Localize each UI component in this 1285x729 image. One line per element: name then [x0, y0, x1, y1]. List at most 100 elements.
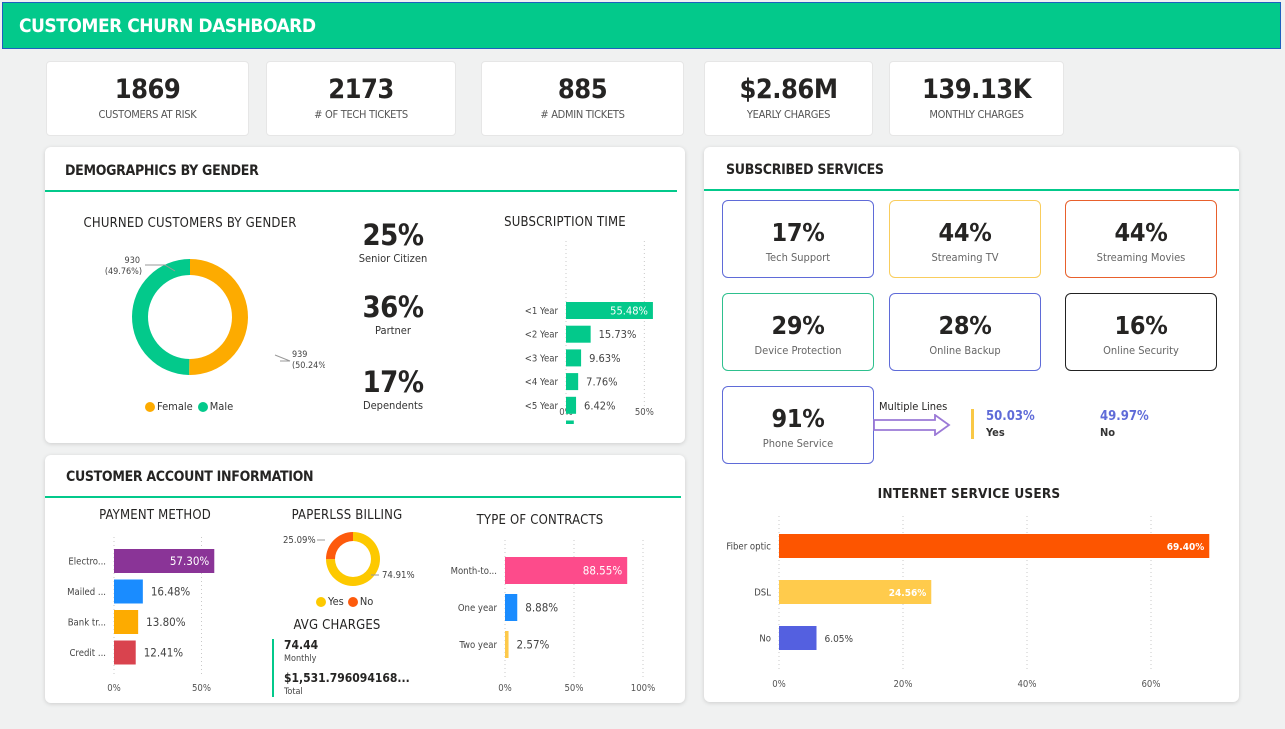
- service-card-streaming-movies[interactable]: 44% Streaming Movies: [1065, 200, 1217, 278]
- category-label: Fiber optic: [726, 542, 771, 553]
- bar[interactable]: [566, 325, 591, 343]
- x-tick-label: 50%: [565, 683, 584, 694]
- no-data-label: 25.09%: [283, 535, 316, 546]
- kpi-label: CUSTOMERS AT RISK: [98, 108, 197, 121]
- category-label: Month-to...: [451, 566, 497, 577]
- donut-slice-female[interactable]: [189, 259, 249, 375]
- x-tick-label: 20%: [894, 679, 913, 690]
- yes-legend-dot: [316, 596, 326, 607]
- service-label: Tech Support: [765, 251, 831, 264]
- data-label: 24.56%: [889, 588, 926, 599]
- service-card-online-backup[interactable]: 28% Online Backup: [889, 293, 1041, 371]
- service-card-device-protection[interactable]: 29% Device Protection: [722, 293, 874, 371]
- data-label: 55.48%: [610, 305, 648, 318]
- chart-title: TYPE OF CONTRACTS: [476, 513, 604, 528]
- donut-slice-no[interactable]: [326, 532, 353, 560]
- paperless-legend: Yes No: [316, 595, 373, 608]
- bar[interactable]: [779, 626, 817, 650]
- multiple-lines-label: Multiple Lines: [879, 400, 948, 413]
- gender-donut-chart[interactable]: 930 (49.76%) 939 (50.24%): [85, 247, 325, 387]
- x-tick-label: 0%: [107, 683, 121, 694]
- legend-label: Yes: [328, 595, 344, 608]
- category-label: Electro...: [68, 557, 106, 568]
- data-label: 8.88%: [525, 601, 558, 615]
- kpi-admin-tickets[interactable]: 885 # ADMIN TICKETS: [481, 61, 684, 136]
- data-label: 7.76%: [586, 376, 617, 389]
- service-value: 44%: [1114, 218, 1168, 247]
- service-label: Online Security: [1103, 344, 1179, 357]
- panel-divider: [45, 496, 681, 498]
- legend-label: Male: [209, 400, 234, 413]
- kpi-yearly-charges[interactable]: $2.86M YEARLY CHARGES: [704, 61, 873, 136]
- kpi-value: 1869: [114, 74, 181, 105]
- category-label: DSL: [754, 588, 771, 599]
- bar[interactable]: [566, 396, 577, 414]
- data-label: 15.73%: [599, 328, 637, 341]
- paperless-billing-donut[interactable]: 25.09% 74.91%: [275, 531, 425, 591]
- panel-divider: [704, 189, 1239, 191]
- category-label: <3 Year: [525, 353, 559, 364]
- bar[interactable]: [114, 610, 139, 634]
- contract-type-chart[interactable]: 0% 50% 100% Month-to... 88.55% One year 8.88% T…: [425, 540, 665, 700]
- internet-service-chart[interactable]: 0% 20% 40% 60% Fiber optic 69.40% DSL 24.56% No 6…: [704, 511, 1234, 696]
- bar[interactable]: [114, 640, 136, 665]
- multiple-lines-no-label: No: [1100, 426, 1116, 439]
- stat-dependents: 17% Dependents: [348, 365, 438, 412]
- data-label: 88.55%: [583, 564, 623, 578]
- avg-total-label: Total: [284, 687, 303, 697]
- stat-partner: 36% Partner: [348, 290, 438, 337]
- male-pct-label: (49.76%): [105, 267, 142, 277]
- data-label: 13.80%: [146, 615, 186, 629]
- bar[interactable]: [566, 349, 582, 367]
- x-tick-label: 60%: [1142, 679, 1161, 690]
- bar[interactable]: [566, 420, 574, 425]
- avg-charges-accent: [272, 639, 274, 697]
- kpi-value: $2.86M: [739, 74, 838, 105]
- service-card-online-security[interactable]: 16% Online Security: [1065, 293, 1217, 371]
- services-panel: SUBSCRIBED SERVICES 17% Tech Support 44%…: [704, 147, 1239, 702]
- data-label: 2.57%: [517, 638, 550, 652]
- bar[interactable]: [505, 631, 509, 658]
- panel-title: CUSTOMER ACCOUNT INFORMATION: [66, 469, 314, 485]
- category-label: One year: [458, 603, 498, 614]
- avg-charges-title: AVG CHARGES: [293, 618, 381, 633]
- service-label: Phone Service: [762, 437, 834, 450]
- chart-title: CHURNED CUSTOMERS BY GENDER: [83, 216, 297, 231]
- kpi-tech-tickets[interactable]: 2173 # OF TECH TICKETS: [266, 61, 456, 136]
- female-pct-label: (50.24%): [292, 361, 325, 371]
- leader-line: [274, 354, 291, 362]
- stat-label: Senior Citizen: [358, 252, 428, 265]
- bar[interactable]: [114, 579, 143, 604]
- chart-title: PAYMENT METHOD: [99, 508, 211, 523]
- subscription-time-chart[interactable]: 0%50%<1 Year55.48%<2 Year15.73%<3 Year9.…: [465, 239, 675, 424]
- kpi-monthly-charges[interactable]: 139.13K MONTHLY CHARGES: [889, 61, 1064, 136]
- service-card-tech-support[interactable]: 17% Tech Support: [722, 200, 874, 278]
- avg-monthly-label: Monthly: [284, 654, 317, 664]
- service-value: 29%: [771, 311, 825, 340]
- category-label: Mailed ...: [67, 587, 106, 598]
- chart-title: SUBSCRIPTION TIME: [504, 215, 626, 230]
- bar[interactable]: [566, 373, 579, 391]
- service-label: Device Protection: [754, 344, 842, 357]
- panel-title: SUBSCRIBED SERVICES: [726, 162, 884, 178]
- payment-method-chart[interactable]: 0% 50% Electro... 57.30% Mailed ... 16.48% Ban…: [45, 537, 245, 697]
- service-card-streaming-tv[interactable]: 44% Streaming TV: [889, 200, 1041, 278]
- kpi-value: 139.13K: [921, 74, 1032, 105]
- category-label: Two year: [458, 640, 497, 651]
- service-value: 17%: [771, 218, 825, 247]
- kpi-value: 885: [557, 74, 608, 105]
- bar[interactable]: [779, 534, 1210, 558]
- multiple-lines-accent: [971, 409, 974, 439]
- service-label: Streaming TV: [931, 251, 999, 264]
- female-data-label: 939: [292, 350, 307, 360]
- category-label: <4 Year: [525, 377, 559, 388]
- service-card-phone-service[interactable]: 91% Phone Service: [722, 386, 874, 464]
- kpi-customers-at-risk[interactable]: 1869 CUSTOMERS AT RISK: [46, 61, 249, 136]
- panel-divider: [45, 190, 677, 192]
- x-tick-label: 50%: [635, 407, 654, 418]
- x-tick-label: 100%: [631, 683, 655, 694]
- bar[interactable]: [505, 594, 518, 621]
- chart-title: INTERNET SERVICE USERS: [877, 486, 1061, 502]
- category-label: No: [759, 634, 771, 645]
- no-legend-dot: [347, 596, 358, 607]
